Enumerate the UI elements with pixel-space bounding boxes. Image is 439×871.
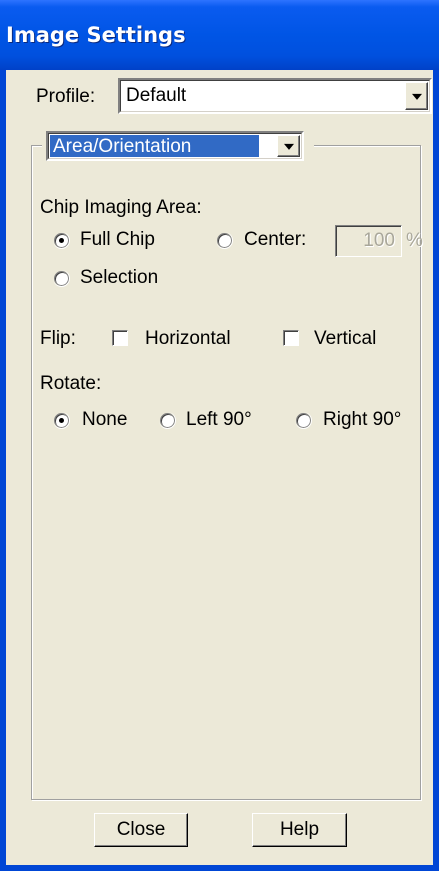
profile-dropdown-button[interactable] [405, 82, 428, 110]
profile-label: Profile: [36, 86, 96, 107]
full-chip-radio[interactable] [53, 232, 70, 249]
flip-vertical-checkbox[interactable] [283, 330, 299, 346]
rotate-none-radio[interactable] [53, 412, 70, 429]
rotate-right-label[interactable]: Right 90° [323, 409, 401, 431]
section-selector-value: Area/Orientation [50, 135, 259, 157]
center-label[interactable]: Center: [244, 229, 306, 251]
center-radio[interactable] [216, 232, 233, 249]
close-button[interactable]: Close [94, 813, 188, 847]
center-percent-input[interactable]: 100 [335, 225, 402, 257]
rotate-left-radio[interactable] [159, 412, 176, 429]
section-selector-button[interactable] [277, 135, 300, 157]
full-chip-label[interactable]: Full Chip [80, 229, 155, 251]
help-button[interactable]: Help [252, 813, 347, 847]
window-title: Image Settings [6, 23, 186, 47]
title-bar[interactable]: Image Settings [0, 0, 439, 70]
chevron-down-icon [283, 143, 294, 150]
image-settings-window: Image Settings Profile: Default Area/Ori… [0, 0, 439, 871]
rotate-label: Rotate: [40, 373, 102, 394]
profile-value: Default [126, 85, 187, 106]
section-selector-container: Area/Orientation [42, 131, 314, 161]
flip-horizontal-label[interactable]: Horizontal [145, 328, 231, 350]
rotate-none-label[interactable]: None [82, 409, 127, 431]
flip-label: Flip: [40, 328, 76, 349]
chip-imaging-area-label: Chip Imaging Area: [40, 197, 202, 218]
percent-unit-label: % [406, 230, 423, 251]
rotate-right-radio[interactable] [295, 412, 312, 429]
selection-label[interactable]: Selection [80, 267, 158, 289]
selection-radio[interactable] [53, 270, 70, 287]
chevron-down-icon [411, 93, 422, 100]
rotate-left-label[interactable]: Left 90° [186, 409, 252, 431]
flip-horizontal-checkbox[interactable] [112, 330, 128, 346]
center-percent-value: 100 [363, 230, 395, 251]
section-selector-dropdown[interactable]: Area/Orientation [46, 131, 304, 161]
flip-vertical-label[interactable]: Vertical [314, 328, 376, 350]
profile-dropdown[interactable]: Default [118, 78, 432, 114]
